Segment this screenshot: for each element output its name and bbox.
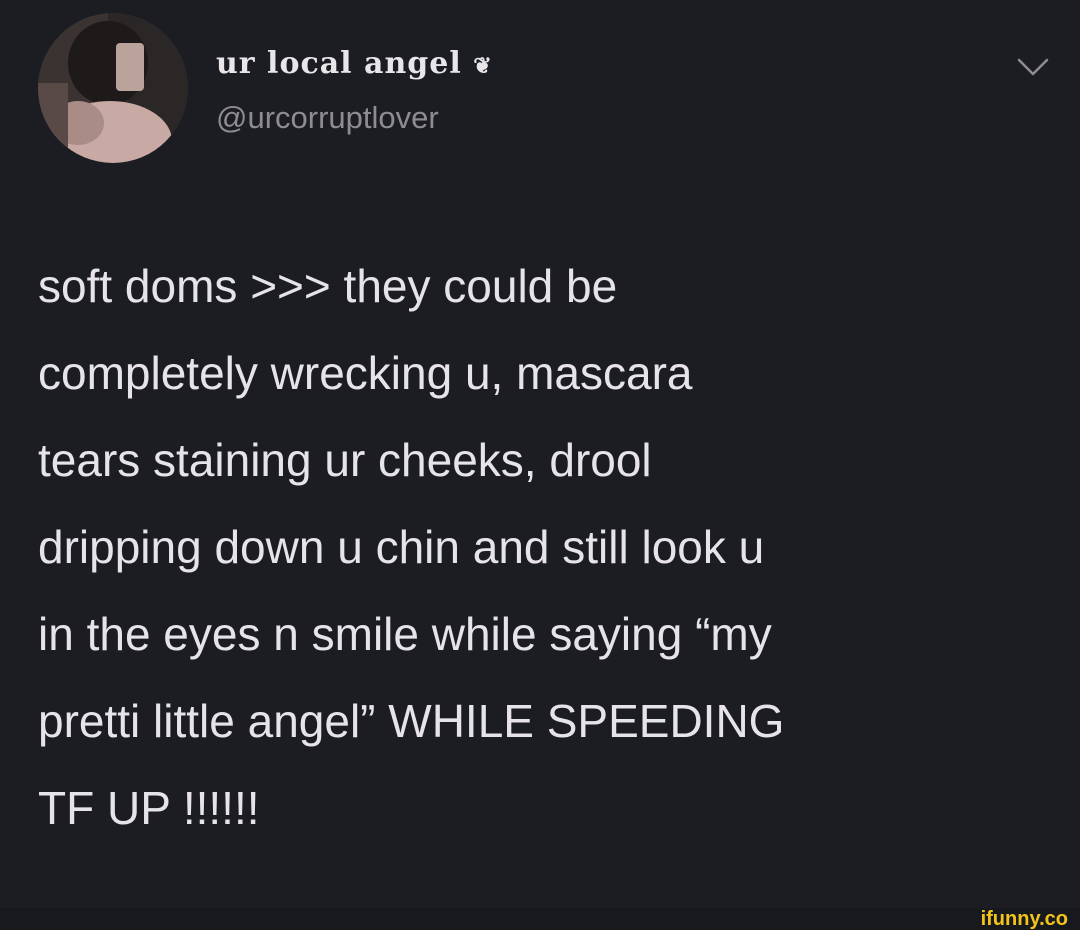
tweet-text-line: completely wrecking u, mascara [38,347,693,399]
tweet-text-line: in the eyes n smile while saying “my [38,608,772,660]
display-name-text: ur local angel [216,46,462,81]
avatar-photo [38,13,188,163]
chevron-down-icon[interactable] [1016,56,1050,78]
tweet-text-line: TF UP !!!!!! [38,782,260,834]
tweet-text-line: dripping down u chin and still look u [38,521,765,573]
tweet-text-line: soft doms >>> they could be [38,260,618,312]
tweet-text-line: tears staining ur cheeks, drool [38,434,652,486]
watermark-bar: ifunny.co [0,908,1080,930]
heart-emoji-icon: ❦ [473,53,493,79]
tweet-text: soft doms >>> they could be completely w… [38,243,1048,852]
user-handle[interactable]: @urcorruptlover [216,100,439,136]
ifunny-watermark: ifunny.co [980,908,1068,930]
tweet-text-line: pretti little angel” WHILE SPEEDING [38,695,785,747]
tweet-card: ur local angel ❦ @urcorruptlover soft do… [0,0,1080,908]
avatar[interactable] [38,13,188,163]
display-name[interactable]: ur local angel ❦ [216,46,493,81]
